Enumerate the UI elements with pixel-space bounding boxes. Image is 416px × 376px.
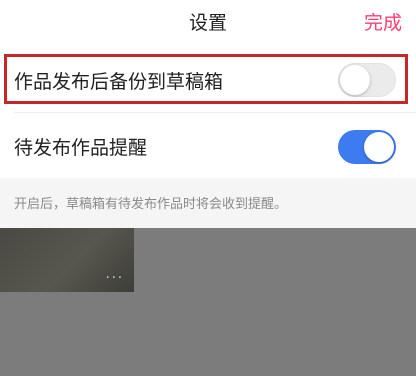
video-thumbnail[interactable]: ··· xyxy=(0,228,134,292)
toggle-knob xyxy=(364,132,394,162)
page-title: 设置 xyxy=(188,12,227,34)
setting-label-backup-to-drafts: 作品发布后备份到草稿箱 xyxy=(14,71,224,93)
hint-text: 开启后，草稿箱有待发布作品时将会收到提醒。 xyxy=(14,197,288,212)
more-icon[interactable]: ··· xyxy=(106,271,124,286)
setting-label-pending-reminder: 待发布作品提醒 xyxy=(14,137,148,159)
hint-section: 开启后，草稿箱有待发布作品时将会收到提醒。 xyxy=(0,178,416,228)
divider xyxy=(14,112,416,113)
backup-to-drafts-toggle[interactable] xyxy=(338,63,396,97)
pending-reminder-toggle[interactable] xyxy=(338,130,396,164)
toggle-knob xyxy=(340,65,370,95)
top-bar: 设置 完成 xyxy=(0,0,416,44)
content-area: ··· xyxy=(0,228,416,376)
done-button[interactable]: 完成 xyxy=(364,8,402,35)
